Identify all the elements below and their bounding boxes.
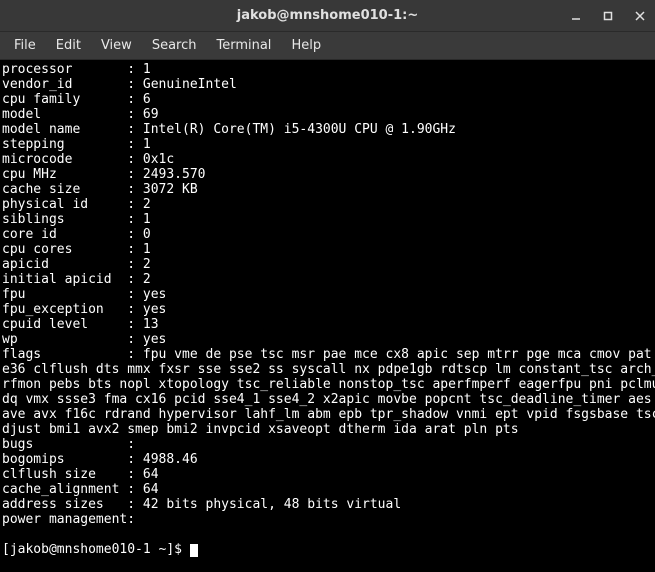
window-controls — [569, 9, 647, 23]
menu-file[interactable]: File — [4, 34, 46, 57]
menu-edit[interactable]: Edit — [46, 34, 91, 57]
prompt-text: [jakob@mnshome010-1 ~]$ — [2, 542, 190, 557]
cpuinfo-row: cpu MHz : 2493.570 — [2, 167, 653, 182]
minimize-icon[interactable] — [569, 9, 583, 23]
cpuinfo-row: initial apicid : 2 — [2, 272, 653, 287]
menubar: File Edit View Search Terminal Help — [0, 32, 655, 60]
cpuinfo-row: stepping : 1 — [2, 137, 653, 152]
cpuinfo-row: djust bmi1 avx2 smep bmi2 invpcid xsaveo… — [2, 422, 653, 437]
cursor-block — [190, 544, 198, 557]
cpuinfo-row: fpu_exception : yes — [2, 302, 653, 317]
menu-help[interactable]: Help — [281, 34, 331, 57]
cpuinfo-row: power management: — [2, 512, 653, 527]
blank-line — [2, 527, 653, 542]
window-title: jakob@mnshome010-1:~ — [237, 8, 419, 23]
cpuinfo-row: e36 clflush dts mmx fxsr sse sse2 ss sys… — [2, 362, 653, 377]
cpuinfo-row: bogomips : 4988.46 — [2, 452, 653, 467]
titlebar: jakob@mnshome010-1:~ — [0, 0, 655, 32]
cpuinfo-row: apicid : 2 — [2, 257, 653, 272]
cpuinfo-row: model name : Intel(R) Core(TM) i5-4300U … — [2, 122, 653, 137]
cpuinfo-row: core id : 0 — [2, 227, 653, 242]
cpuinfo-row: bugs : — [2, 437, 653, 452]
menu-terminal[interactable]: Terminal — [206, 34, 281, 57]
cpuinfo-row: cpuid level : 13 — [2, 317, 653, 332]
cpuinfo-row: dq vmx ssse3 fma cx16 pcid sse4_1 sse4_2… — [2, 392, 653, 407]
terminal-output[interactable]: processor : 1vendor_id : GenuineIntelcpu… — [0, 60, 655, 572]
cpuinfo-row: address sizes : 42 bits physical, 48 bit… — [2, 497, 653, 512]
cpuinfo-row: cache_alignment : 64 — [2, 482, 653, 497]
prompt-line: [jakob@mnshome010-1 ~]$ — [2, 542, 653, 557]
cpuinfo-row: siblings : 1 — [2, 212, 653, 227]
cpuinfo-row: wp : yes — [2, 332, 653, 347]
cpuinfo-row: ave avx f16c rdrand hypervisor lahf_lm a… — [2, 407, 653, 422]
cpuinfo-row: cpu family : 6 — [2, 92, 653, 107]
cpuinfo-row: flags : fpu vme de pse tsc msr pae mce c… — [2, 347, 653, 362]
close-icon[interactable] — [633, 9, 647, 23]
cpuinfo-row: physical id : 2 — [2, 197, 653, 212]
cpuinfo-row: clflush size : 64 — [2, 467, 653, 482]
cpuinfo-row: processor : 1 — [2, 62, 653, 77]
cpuinfo-row: cache size : 3072 KB — [2, 182, 653, 197]
cpuinfo-row: rfmon pebs bts nopl xtopology tsc_reliab… — [2, 377, 653, 392]
maximize-icon[interactable] — [601, 9, 615, 23]
menu-search[interactable]: Search — [142, 34, 207, 57]
cpuinfo-row: microcode : 0x1c — [2, 152, 653, 167]
cpuinfo-row: model : 69 — [2, 107, 653, 122]
cpuinfo-row: vendor_id : GenuineIntel — [2, 77, 653, 92]
menu-view[interactable]: View — [91, 34, 142, 57]
cpuinfo-row: cpu cores : 1 — [2, 242, 653, 257]
cpuinfo-row: fpu : yes — [2, 287, 653, 302]
